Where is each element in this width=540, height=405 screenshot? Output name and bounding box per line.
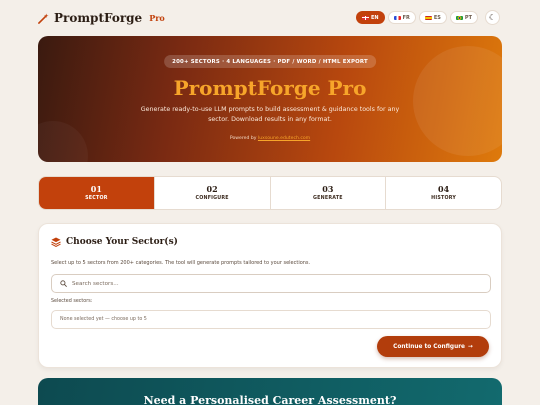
continue-button-label: Continue to Configure: [393, 343, 465, 350]
lang-fr-button[interactable]: FR: [387, 11, 416, 24]
lang-es-label: ES: [433, 14, 441, 21]
brand[interactable]: PromptForge Pro: [38, 11, 165, 25]
moon-icon: ☾: [488, 13, 497, 22]
sector-card-header: Choose Your Sector(s): [51, 237, 178, 247]
wand-icon: [38, 12, 49, 24]
step-number: 04: [438, 184, 450, 194]
brand-badge: Pro: [149, 13, 165, 23]
step-label: GENERATE: [313, 196, 343, 201]
step-label: SECTOR: [85, 196, 108, 201]
hero-banner: 200+ SECTORS · 4 LANGUAGES · PDF / WORD …: [38, 36, 502, 162]
hero-description: Generate ready-to-use LLM prompts to bui…: [140, 106, 400, 123]
powered-by-prefix: Powered by: [229, 136, 257, 141]
hero-badge: 200+ SECTORS · 4 LANGUAGES · PDF / WORD …: [164, 55, 376, 68]
uk-flag-icon: [362, 15, 370, 20]
step-sector-tab[interactable]: 01 SECTOR: [39, 177, 154, 209]
continue-to-configure-button[interactable]: Continue to Configure →: [377, 336, 489, 357]
powered-by-link[interactable]: luxsoune.edutech.com: [258, 136, 310, 141]
top-bar: PromptForge Pro EN FR ES PT ☾: [0, 0, 540, 36]
lang-fr-label: FR: [402, 14, 410, 21]
selected-sectors-label: Selected sectors:: [51, 299, 93, 304]
step-label: CONFIGURE: [195, 196, 229, 201]
powered-by: Powered by luxsoune.edutech.com: [38, 136, 502, 141]
career-assessment-banner: Need a Personalised Career Assessment?: [38, 378, 502, 405]
selected-sectors-box: None selected yet — choose up to 5: [51, 310, 491, 329]
brand-name: PromptForge: [54, 11, 143, 25]
brazil-flag-icon: [455, 15, 463, 20]
sector-card-title: Choose Your Sector(s): [66, 237, 178, 247]
step-number: 03: [322, 184, 334, 194]
step-generate-tab[interactable]: 03 GENERATE: [269, 177, 386, 209]
step-navigation: 01 SECTOR 02 CONFIGURE 03 GENERATE 04 HI…: [38, 176, 502, 210]
layers-icon: [51, 237, 61, 247]
search-icon: [60, 280, 67, 287]
step-number: 02: [206, 184, 218, 194]
theme-toggle-button[interactable]: ☾: [485, 10, 500, 25]
career-banner-title: Need a Personalised Career Assessment?: [143, 394, 397, 405]
lang-es-button[interactable]: ES: [418, 11, 447, 24]
spain-flag-icon: [424, 15, 432, 20]
step-number: 01: [90, 184, 102, 194]
sector-card: Choose Your Sector(s) Select up to 5 sec…: [38, 223, 502, 368]
hero-decoration: [38, 121, 88, 162]
lang-pt-label: PT: [464, 14, 472, 21]
step-history-tab[interactable]: 04 HISTORY: [385, 177, 501, 209]
hero-title: PromptForge Pro: [173, 76, 367, 100]
step-configure-tab[interactable]: 02 CONFIGURE: [153, 177, 270, 209]
sector-search-box[interactable]: [51, 274, 491, 293]
sector-search-input[interactable]: [72, 280, 472, 287]
lang-en-label: EN: [371, 14, 379, 21]
arrow-right-icon: →: [467, 343, 473, 350]
lang-pt-button[interactable]: PT: [449, 11, 478, 24]
france-flag-icon: [393, 15, 401, 20]
sector-card-description: Select up to 5 sectors from 200+ categor…: [51, 260, 311, 266]
lang-en-button[interactable]: EN: [356, 11, 385, 24]
selected-sectors-empty-text: None selected yet — choose up to 5: [60, 317, 147, 322]
step-label: HISTORY: [431, 196, 457, 201]
language-switcher: EN FR ES PT: [356, 11, 478, 24]
